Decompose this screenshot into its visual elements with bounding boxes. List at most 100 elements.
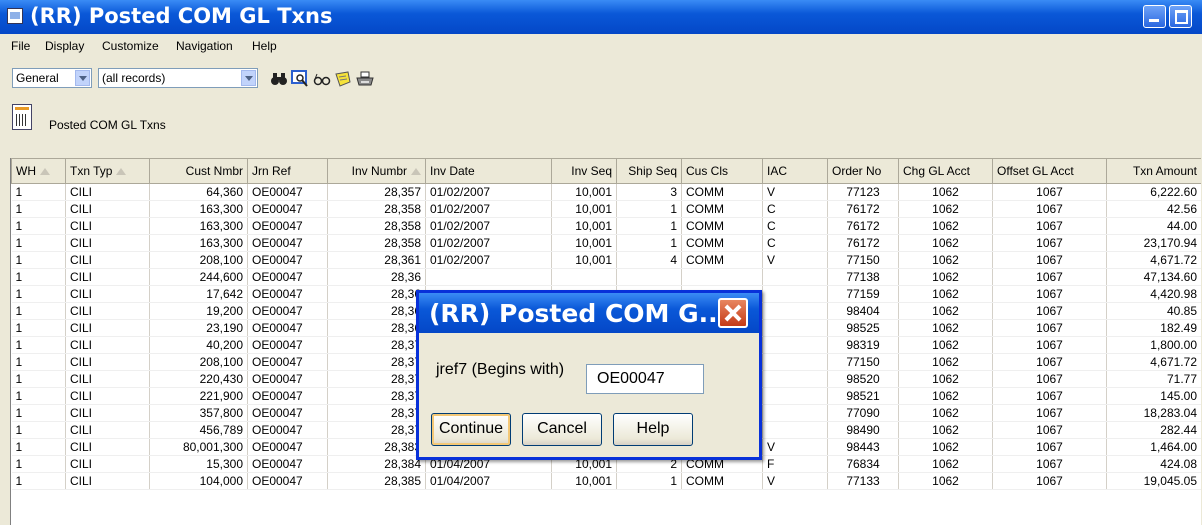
jref-field-label: jref7 (Begins with) [436,361,565,378]
title-bar: (RR) Posted COM GL Txns [0,0,1202,34]
cell-wh: 1 [11,183,66,201]
table-row[interactable]: 1 CILI 64,360 OE00047 28,357 01/02/2007 10,001… [11,183,1201,201]
sort-indicator-icon [411,168,421,176]
table-row[interactable]: 1 CILI 163,300 OE00047 28,358 01/02/2007 10,00… [11,200,1201,218]
cell-order-no: 76172 [827,200,899,218]
cell-wh: 1 [11,285,66,303]
glasses-view-icon[interactable] [313,70,331,88]
cell-iac: V [762,183,828,201]
cell-txn-typ: CILI [65,455,150,473]
jref-input[interactable]: OE00047 [586,364,704,394]
view-select-value: General [16,71,59,85]
cell-jrn-ref: OE00047 [247,302,328,320]
table-row[interactable]: 1 CILI 244,600 OE00047 28,36 77138 1062 1067 47,… [11,268,1201,286]
cell-iac [762,302,828,320]
menu-help[interactable]: Help [252,39,277,53]
menu-display[interactable]: Display [45,39,84,53]
cell-offset-gl-acct: 1067 [992,319,1107,337]
magnify-preview-icon[interactable] [291,70,309,88]
printer-icon[interactable] [356,70,374,88]
table-row[interactable]: 1 CILI 104,000 OE00047 28,385 01/04/2007 10,00… [11,472,1201,490]
grid-header-row: WH Txn Typ Cust Nmbr Jrn Ref Inv Numbr I… [11,158,1201,184]
cell-wh: 1 [11,438,66,456]
filter-select[interactable]: (all records) [98,68,258,88]
cell-inv-date: 01/02/2007 [425,183,552,201]
cell-txn-amount: 47,134.60 [1106,268,1201,286]
column-header-txn-amount[interactable]: Txn Amount [1106,158,1201,184]
column-header-iac[interactable]: IAC [762,158,828,184]
cell-inv-seq: 10,001 [551,251,617,269]
column-header-label: Inv Numbr [351,164,407,178]
cell-txn-amount: 4,420.98 [1106,285,1201,303]
column-header-inv-seq[interactable]: Inv Seq [551,158,617,184]
cell-cus-cls: COMM [681,183,763,201]
cell-inv-numbr: 28,357 [327,183,426,201]
cell-wh: 1 [11,472,66,490]
column-header-inv-date[interactable]: Inv Date [425,158,552,184]
minimize-button[interactable] [1143,5,1166,28]
menu-navigation[interactable]: Navigation [176,39,233,53]
cell-chg-gl-acct: 1062 [898,217,993,235]
cell-wh: 1 [11,302,66,320]
close-icon[interactable] [718,298,748,328]
cell-iac: V [762,438,828,456]
cell-txn-typ: CILI [65,387,150,405]
table-row[interactable]: 1 CILI 163,300 OE00047 28,358 01/02/2007 10,00… [11,217,1201,235]
cell-txn-typ: CILI [65,438,150,456]
cell-cust-nmbr: 208,100 [149,353,248,371]
table-row[interactable]: 1 CILI 208,100 OE00047 28,361 01/02/2007 10,00… [11,251,1201,269]
column-header-wh[interactable]: WH [11,158,66,184]
chevron-down-icon[interactable] [75,70,90,86]
cell-chg-gl-acct: 1062 [898,438,993,456]
table-row[interactable]: 1 CILI 163,300 OE00047 28,358 01/02/2007 10,00… [11,234,1201,252]
cell-jrn-ref: OE00047 [247,353,328,371]
column-header-ship-seq[interactable]: Ship Seq [616,158,682,184]
cell-order-no: 77090 [827,404,899,422]
column-header-order-no[interactable]: Order No [827,158,899,184]
cell-jrn-ref: OE00047 [247,336,328,354]
cell-inv-seq: 10,001 [551,217,617,235]
column-header-txn-typ[interactable]: Txn Typ [65,158,150,184]
chevron-down-icon[interactable] [241,70,256,86]
cell-txn-typ: CILI [65,302,150,320]
cell-inv-numbr: 28,37 [327,421,426,439]
sticky-note-icon[interactable] [334,70,352,88]
column-header-chg-gl-acct[interactable]: Chg GL Acct [898,158,993,184]
column-header-cust-nmbr[interactable]: Cust Nmbr [149,158,248,184]
cell-ship-seq: 1 [616,234,682,252]
column-header-jrn-ref[interactable]: Jrn Ref [247,158,328,184]
cell-wh: 1 [11,234,66,252]
cell-jrn-ref: OE00047 [247,421,328,439]
cell-cust-nmbr: 163,300 [149,217,248,235]
cell-iac: C [762,217,828,235]
view-select[interactable]: General [12,68,92,88]
menu-customize[interactable]: Customize [102,39,159,53]
column-header-offset-gl-acct[interactable]: Offset GL Acct [992,158,1107,184]
filter-dialog: (RR) Posted COM G... jref7 (Begins with)… [416,290,762,460]
column-header-inv-numbr[interactable]: Inv Numbr [327,158,426,184]
help-button[interactable]: Help [613,413,693,446]
cancel-button[interactable]: Cancel [522,413,602,446]
cell-txn-typ: CILI [65,251,150,269]
cell-chg-gl-acct: 1062 [898,387,993,405]
cell-iac: F [762,455,828,473]
cell-iac [762,370,828,388]
cell-cust-nmbr: 221,900 [149,387,248,405]
cell-cust-nmbr: 163,300 [149,234,248,252]
cell-txn-typ: CILI [65,319,150,337]
cell-order-no: 76834 [827,455,899,473]
cell-jrn-ref: OE00047 [247,183,328,201]
cell-ship-seq: 1 [616,472,682,490]
cell-offset-gl-acct: 1067 [992,251,1107,269]
app-window-icon[interactable] [7,8,23,24]
cell-iac [762,404,828,422]
cell-chg-gl-acct: 1062 [898,234,993,252]
cell-inv-date: 01/04/2007 [425,472,552,490]
binoculars-find-icon[interactable] [270,70,288,88]
cell-inv-numbr: 28,36 [327,268,426,286]
cell-wh: 1 [11,370,66,388]
menu-file[interactable]: File [11,39,30,53]
column-header-cus-cls[interactable]: Cus Cls [681,158,763,184]
maximize-button[interactable] [1169,5,1192,28]
continue-button[interactable]: Continue [431,413,511,446]
